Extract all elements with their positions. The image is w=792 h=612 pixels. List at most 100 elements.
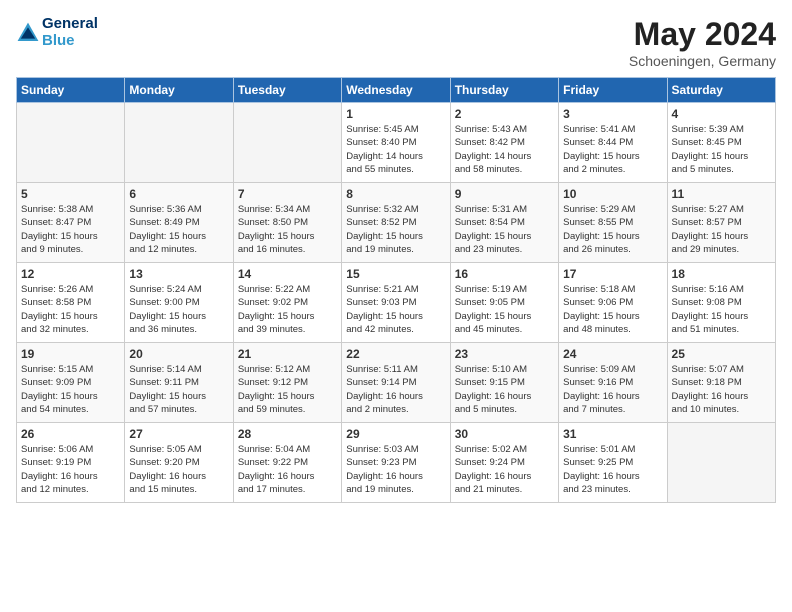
week-row-3: 12 Sunrise: 5:26 AM Sunset: 8:58 PM Dayli…	[17, 263, 776, 343]
day-info: Sunrise: 5:22 AM Sunset: 9:02 PM Dayligh…	[238, 283, 337, 336]
day-number: 23	[455, 347, 554, 361]
day-info: Sunrise: 5:12 AM Sunset: 9:12 PM Dayligh…	[238, 363, 337, 416]
day-cell: 19 Sunrise: 5:15 AM Sunset: 9:09 PM Dayli…	[17, 343, 125, 423]
day-cell: 9 Sunrise: 5:31 AM Sunset: 8:54 PM Daylig…	[450, 183, 558, 263]
day-info: Sunrise: 5:39 AM Sunset: 8:45 PM Dayligh…	[672, 123, 771, 176]
day-info: Sunrise: 5:32 AM Sunset: 8:52 PM Dayligh…	[346, 203, 445, 256]
day-info: Sunrise: 5:18 AM Sunset: 9:06 PM Dayligh…	[563, 283, 662, 336]
day-info: Sunrise: 5:24 AM Sunset: 9:00 PM Dayligh…	[129, 283, 228, 336]
day-number: 4	[672, 107, 771, 121]
day-cell: 18 Sunrise: 5:16 AM Sunset: 9:08 PM Dayli…	[667, 263, 775, 343]
day-info: Sunrise: 5:03 AM Sunset: 9:23 PM Dayligh…	[346, 443, 445, 496]
day-cell: 2 Sunrise: 5:43 AM Sunset: 8:42 PM Daylig…	[450, 103, 558, 183]
weekday-header-saturday: Saturday	[667, 78, 775, 103]
day-info: Sunrise: 5:43 AM Sunset: 8:42 PM Dayligh…	[455, 123, 554, 176]
day-info: Sunrise: 5:02 AM Sunset: 9:24 PM Dayligh…	[455, 443, 554, 496]
day-cell: 8 Sunrise: 5:32 AM Sunset: 8:52 PM Daylig…	[342, 183, 450, 263]
day-info: Sunrise: 5:45 AM Sunset: 8:40 PM Dayligh…	[346, 123, 445, 176]
day-number: 2	[455, 107, 554, 121]
day-cell: 29Sunrise: 5:03 AM Sunset: 9:23 PM Dayli…	[342, 423, 450, 503]
day-number: 26	[21, 427, 120, 441]
weekday-header-row: SundayMondayTuesdayWednesdayThursdayFrid…	[17, 78, 776, 103]
day-info: Sunrise: 5:27 AM Sunset: 8:57 PM Dayligh…	[672, 203, 771, 256]
day-cell: 25Sunrise: 5:07 AM Sunset: 9:18 PM Dayli…	[667, 343, 775, 423]
day-cell: 4 Sunrise: 5:39 AM Sunset: 8:45 PM Daylig…	[667, 103, 775, 183]
day-info: Sunrise: 5:14 AM Sunset: 9:11 PM Dayligh…	[129, 363, 228, 416]
weekday-header-wednesday: Wednesday	[342, 78, 450, 103]
day-info: Sunrise: 5:09 AM Sunset: 9:16 PM Dayligh…	[563, 363, 662, 416]
day-number: 7	[238, 187, 337, 201]
day-number: 20	[129, 347, 228, 361]
day-number: 6	[129, 187, 228, 201]
calendar-table: SundayMondayTuesdayWednesdayThursdayFrid…	[16, 77, 776, 503]
day-cell: 12 Sunrise: 5:26 AM Sunset: 8:58 PM Dayli…	[17, 263, 125, 343]
day-number: 14	[238, 267, 337, 281]
day-info: Sunrise: 5:10 AM Sunset: 9:15 PM Dayligh…	[455, 363, 554, 416]
day-cell	[233, 103, 341, 183]
day-info: Sunrise: 5:16 AM Sunset: 9:08 PM Dayligh…	[672, 283, 771, 336]
day-info: Sunrise: 5:26 AM Sunset: 8:58 PM Dayligh…	[21, 283, 120, 336]
day-number: 3	[563, 107, 662, 121]
day-info: Sunrise: 5:15 AM Sunset: 9:09 PM Dayligh…	[21, 363, 120, 416]
day-info: Sunrise: 5:29 AM Sunset: 8:55 PM Dayligh…	[563, 203, 662, 256]
day-number: 27	[129, 427, 228, 441]
day-cell: 30 Sunrise: 5:02 AM Sunset: 9:24 PM Dayli…	[450, 423, 558, 503]
day-number: 1	[346, 107, 445, 121]
logo: GeneralBlue	[16, 16, 98, 49]
day-number: 19	[21, 347, 120, 361]
day-number: 25	[672, 347, 771, 361]
week-row-2: 5Sunrise: 5:38 AM Sunset: 8:47 PM Daylig…	[17, 183, 776, 263]
day-info: Sunrise: 5:31 AM Sunset: 8:54 PM Dayligh…	[455, 203, 554, 256]
day-number: 9	[455, 187, 554, 201]
day-info: Sunrise: 5:11 AM Sunset: 9:14 PM Dayligh…	[346, 363, 445, 416]
day-number: 22	[346, 347, 445, 361]
day-cell: 1 Sunrise: 5:45 AM Sunset: 8:40 PM Daylig…	[342, 103, 450, 183]
day-info: Sunrise: 5:38 AM Sunset: 8:47 PM Dayligh…	[21, 203, 120, 256]
day-info: Sunrise: 5:36 AM Sunset: 8:49 PM Dayligh…	[129, 203, 228, 256]
day-number: 18	[672, 267, 771, 281]
day-info: Sunrise: 5:04 AM Sunset: 9:22 PM Dayligh…	[238, 443, 337, 496]
day-info: Sunrise: 5:06 AM Sunset: 9:19 PM Dayligh…	[21, 443, 120, 496]
day-cell: 26 Sunrise: 5:06 AM Sunset: 9:19 PM Dayli…	[17, 423, 125, 503]
day-cell: 16Sunrise: 5:19 AM Sunset: 9:05 PM Dayli…	[450, 263, 558, 343]
week-row-5: 26 Sunrise: 5:06 AM Sunset: 9:19 PM Dayli…	[17, 423, 776, 503]
day-cell: 24 Sunrise: 5:09 AM Sunset: 9:16 PM Dayli…	[559, 343, 667, 423]
day-cell	[17, 103, 125, 183]
day-cell: 21Sunrise: 5:12 AM Sunset: 9:12 PM Dayli…	[233, 343, 341, 423]
day-cell: 28 Sunrise: 5:04 AM Sunset: 9:22 PM Dayli…	[233, 423, 341, 503]
day-cell: 27 Sunrise: 5:05 AM Sunset: 9:20 PM Dayli…	[125, 423, 233, 503]
logo-icon	[16, 21, 40, 45]
day-cell	[667, 423, 775, 503]
day-number: 16	[455, 267, 554, 281]
day-number: 30	[455, 427, 554, 441]
day-cell: 7 Sunrise: 5:34 AM Sunset: 8:50 PM Daylig…	[233, 183, 341, 263]
month-year: May 2024	[629, 16, 776, 53]
day-info: Sunrise: 5:01 AM Sunset: 9:25 PM Dayligh…	[563, 443, 662, 496]
title-block: May 2024 Schoeningen, Germany	[629, 16, 776, 69]
day-cell: 17Sunrise: 5:18 AM Sunset: 9:06 PM Dayli…	[559, 263, 667, 343]
week-row-1: 1 Sunrise: 5:45 AM Sunset: 8:40 PM Daylig…	[17, 103, 776, 183]
day-cell: 13Sunrise: 5:24 AM Sunset: 9:00 PM Dayli…	[125, 263, 233, 343]
day-cell: 5Sunrise: 5:38 AM Sunset: 8:47 PM Daylig…	[17, 183, 125, 263]
day-cell	[125, 103, 233, 183]
day-cell: 11Sunrise: 5:27 AM Sunset: 8:57 PM Dayli…	[667, 183, 775, 263]
day-cell: 10Sunrise: 5:29 AM Sunset: 8:55 PM Dayli…	[559, 183, 667, 263]
day-info: Sunrise: 5:34 AM Sunset: 8:50 PM Dayligh…	[238, 203, 337, 256]
day-cell: 23 Sunrise: 5:10 AM Sunset: 9:15 PM Dayli…	[450, 343, 558, 423]
day-cell: 31 Sunrise: 5:01 AM Sunset: 9:25 PM Dayli…	[559, 423, 667, 503]
weekday-header-thursday: Thursday	[450, 78, 558, 103]
location: Schoeningen, Germany	[629, 53, 776, 69]
day-number: 31	[563, 427, 662, 441]
day-number: 24	[563, 347, 662, 361]
day-cell: 14 Sunrise: 5:22 AM Sunset: 9:02 PM Dayli…	[233, 263, 341, 343]
weekday-header-sunday: Sunday	[17, 78, 125, 103]
day-number: 8	[346, 187, 445, 201]
day-number: 15	[346, 267, 445, 281]
logo-text: GeneralBlue	[42, 16, 98, 49]
day-info: Sunrise: 5:41 AM Sunset: 8:44 PM Dayligh…	[563, 123, 662, 176]
day-info: Sunrise: 5:05 AM Sunset: 9:20 PM Dayligh…	[129, 443, 228, 496]
day-number: 28	[238, 427, 337, 441]
day-number: 12	[21, 267, 120, 281]
day-cell: 6 Sunrise: 5:36 AM Sunset: 8:49 PM Daylig…	[125, 183, 233, 263]
weekday-header-tuesday: Tuesday	[233, 78, 341, 103]
